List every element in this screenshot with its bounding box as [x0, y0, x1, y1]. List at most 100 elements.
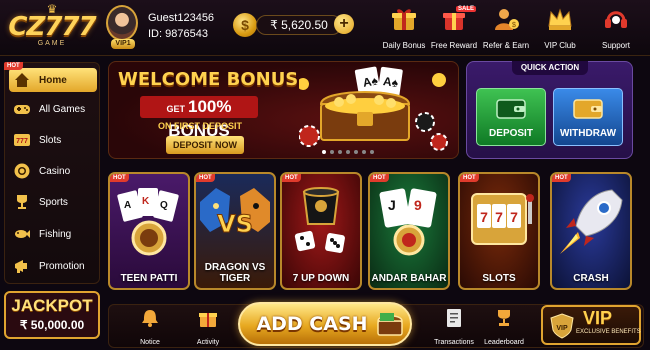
game-name: 7 UP DOWN [292, 273, 350, 284]
hot-tag: HOT [370, 174, 389, 182]
withdraw-button[interactable]: WITHDRAW [553, 88, 623, 146]
activity-button[interactable]: Activity [186, 308, 230, 346]
hot-tag: HOT [110, 174, 129, 182]
deposit-button[interactable]: DEPOSIT [476, 88, 546, 146]
notice-button[interactable]: Notice [128, 308, 172, 346]
brand-logo[interactable]: ♛ CZ777 GAME [6, 3, 98, 50]
jackpot-box[interactable]: JACKPOT ₹ 50,000.00 [4, 291, 100, 339]
game-card-teen-patti[interactable]: A K Q HOT TEEN PATTI [108, 172, 190, 290]
sidebar-item-sports[interactable]: Sports [9, 190, 97, 214]
add-balance-button[interactable]: + [334, 14, 354, 34]
game-card-7-up-down[interactable]: HOT 7 UP DOWN [280, 172, 362, 290]
svg-text:K: K [142, 196, 150, 207]
game-card-dragon-vs-tiger[interactable]: VS HOT DRAGON VS TIGER [194, 172, 276, 290]
hot-tag: HOT [4, 62, 23, 70]
nav-label: Refer & Earn [482, 41, 530, 50]
jackpot-amount: ₹ 50,000.00 [19, 318, 85, 332]
banner-dot[interactable] [330, 150, 334, 154]
sidebar-item-label: All Games [39, 103, 86, 115]
cash-chest-icon [377, 313, 403, 336]
svg-text:A: A [124, 200, 131, 211]
slot-machine-icon: 7 7 7 [471, 193, 534, 245]
avatar[interactable] [106, 5, 138, 41]
sidebar-item-label: Home [39, 74, 67, 86]
daily-bonus-button[interactable]: Daily Bonus [382, 6, 426, 50]
fish-icon [15, 230, 30, 238]
username: Guest123456 [148, 12, 215, 24]
svg-text:Q: Q [160, 200, 168, 211]
banner-dot[interactable] [354, 150, 358, 154]
svg-text:J: J [388, 197, 396, 213]
free-reward-button[interactable]: SALE Free Reward [430, 6, 478, 50]
slot-777-icon: 777 [14, 134, 30, 146]
support-button[interactable]: Support [594, 6, 638, 50]
gamepad-icon [14, 105, 30, 114]
leaderboard-button[interactable]: Leaderboard [478, 308, 530, 346]
game-card-slots[interactable]: 7 7 7 HOT SLOTS [458, 172, 540, 290]
quick-action-title: QUICK ACTION [512, 61, 588, 75]
deposit-now-button[interactable]: DEPOSIT NOW [166, 136, 244, 154]
svg-text:7: 7 [495, 209, 503, 225]
game-name: CRASH [573, 273, 609, 284]
gift-icon [392, 9, 416, 30]
transactions-button[interactable]: Transactions [428, 308, 480, 346]
game-card-andar-bahar[interactable]: J 9 HOT ANDAR BAHAR [368, 172, 450, 290]
sidebar-item-fishing[interactable]: Fishing [9, 222, 97, 246]
bonus-amount: GET 100% BONUS [140, 96, 258, 140]
cards-chip-icon: A K Q [117, 188, 179, 256]
banner-dot[interactable] [362, 150, 366, 154]
vip-subtitle: EXCLUSIVE BENEFITS [576, 329, 641, 335]
sale-tag: SALE [455, 6, 476, 12]
vip-club-button[interactable]: VIP Club [538, 6, 582, 50]
game-card-crash[interactable]: HOT CRASH [550, 172, 632, 290]
hot-tag: HOT [552, 174, 571, 182]
banner-title: WELCOME BONUS [118, 69, 299, 90]
svg-text:A♠: A♠ [362, 73, 380, 90]
nav-label: Daily Bonus [382, 41, 426, 50]
coin-icon: $ [233, 13, 257, 37]
wallet-out-icon [573, 99, 603, 119]
deposit-label: DEPOSIT [489, 128, 533, 139]
user-id: ID: 9876543 [148, 28, 208, 40]
sidebar-item-casino[interactable]: Casino [9, 159, 97, 183]
banner-dot[interactable] [370, 150, 374, 154]
nav-label: VIP Club [544, 41, 576, 50]
banner-dot[interactable] [322, 150, 326, 154]
svg-text:7: 7 [480, 209, 488, 225]
dice-cup-icon [294, 187, 345, 253]
sidebar-item-slots[interactable]: 777 Slots [9, 128, 97, 152]
gift-box-icon [199, 313, 217, 327]
headset-icon [605, 11, 627, 28]
bonus-prefix: GET [166, 104, 186, 114]
svg-text:7: 7 [510, 209, 518, 225]
dragon-tiger-icon: VS [200, 188, 270, 239]
sidebar-item-all-games[interactable]: All Games [9, 97, 97, 121]
svg-text:777: 777 [16, 138, 28, 145]
game-name: DRAGON VS TIGER [204, 262, 266, 284]
hot-tag: HOT [460, 174, 479, 182]
sidebar-item-promotion[interactable]: Promotion [9, 254, 97, 278]
vip-shield-icon: VIP [550, 313, 574, 339]
sidebar-item-home[interactable]: Home [9, 68, 97, 92]
home-icon [15, 73, 29, 87]
withdraw-label: WITHDRAW [559, 128, 617, 139]
nav-label: Support [601, 41, 631, 50]
add-cash-label: ADD CASH [256, 313, 368, 335]
nav-label: Activity [196, 339, 220, 346]
banner-dot[interactable] [338, 150, 342, 154]
sidebar: Home All Games 777 Slots Casino Sports F… [4, 62, 100, 284]
sidebar-item-label: Casino [39, 165, 71, 177]
banner-subtitle: ON FIRST DEPOSIT [158, 121, 243, 131]
megaphone-icon [15, 260, 27, 273]
game-name: SLOTS [482, 273, 516, 284]
vip-title: VIP [583, 308, 613, 328]
wallet-in-icon [496, 99, 526, 119]
logo-text: CZ777 [8, 12, 96, 42]
hot-tag: HOT [196, 174, 215, 182]
svg-text:VIP: VIP [556, 325, 568, 332]
vip-level-badge: VIP1 [111, 39, 135, 49]
refer-earn-button[interactable]: $ Refer & Earn [482, 6, 530, 50]
add-cash-button[interactable]: ADD CASH [238, 302, 412, 346]
nav-label: Free Reward [430, 41, 478, 50]
banner-dot[interactable] [346, 150, 350, 154]
